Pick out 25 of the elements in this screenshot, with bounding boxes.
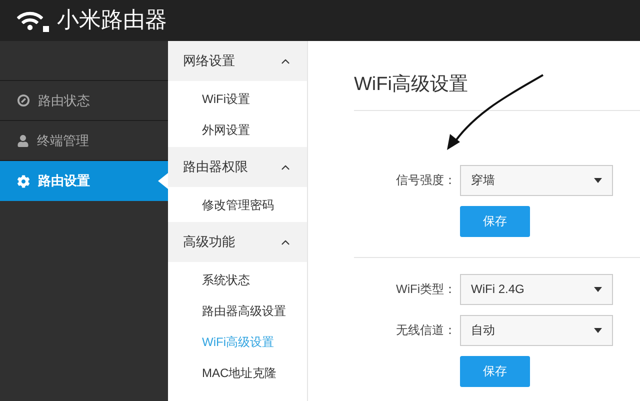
field-label: 无线信道： [395,322,457,339]
page-title: WiFi高级设置 [354,71,640,110]
submenu-item[interactable]: 路由器高级设置 [168,295,307,326]
settings-icon [17,174,30,188]
submenu-item[interactable]: MAC地址克隆 [168,357,307,388]
submenu-item[interactable]: 系统状态 [168,264,307,295]
caret-icon [594,328,602,332]
gauge-icon [17,94,30,107]
sidebar-item[interactable]: 路由状态 [0,81,168,121]
caret-icon [594,286,602,292]
sidebar-item[interactable]: 路由设置 [0,161,168,201]
dropdown[interactable]: 穿墙 [460,164,613,196]
submenu-header[interactable]: 高级功能 [168,222,307,262]
submenu-item[interactable]: 修改管理密码 [168,189,307,220]
field-label: WiFi类型： [395,281,457,298]
dropdown[interactable]: WiFi 2.4G [460,274,613,304]
submenu-header[interactable]: 路由器权限 [168,147,307,187]
submenu-item[interactable]: WiFi设置 [168,83,307,114]
caret-icon [594,178,602,182]
submenu-header[interactable]: 网络设置 [168,41,307,81]
user-icon [17,134,29,146]
app-title: 小米路由器 [57,7,167,35]
submenu-item[interactable]: 外网设置 [168,114,307,145]
dropdown[interactable]: 自动 [460,314,613,346]
field-label: 信号强度： [395,172,457,189]
